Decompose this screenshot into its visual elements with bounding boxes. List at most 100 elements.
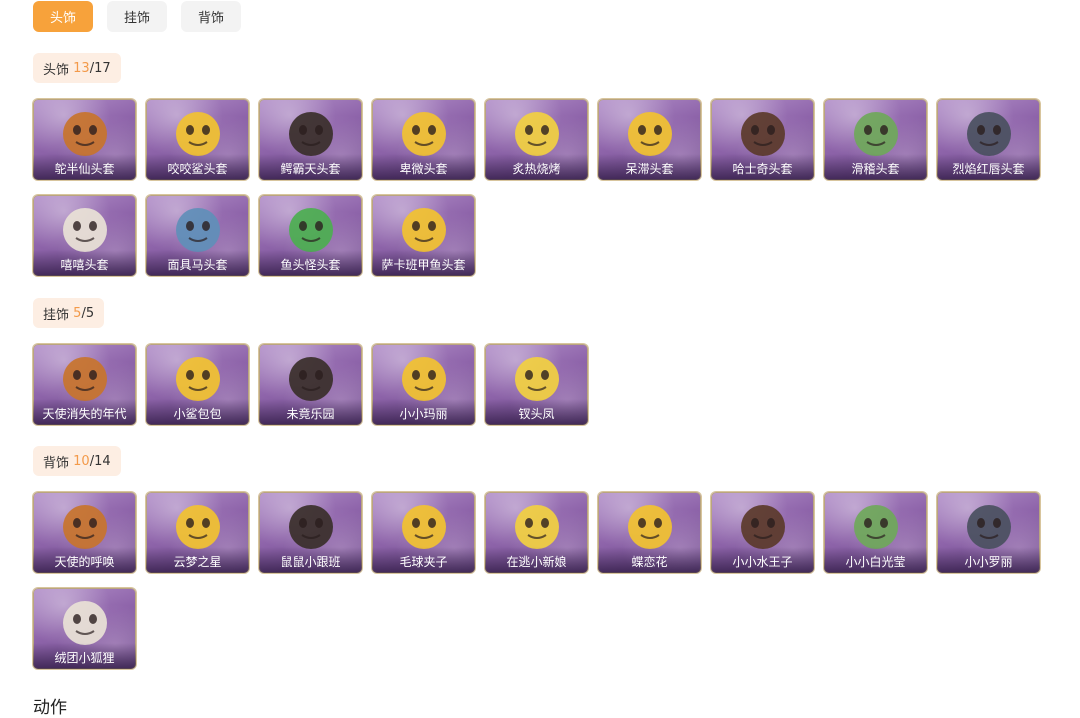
section-back: 背饰 10/14 天使的呼唤 云梦之星 鼠鼠小跟班 毛球夹子 在逃小新娘 蝶恋花 小小水王子… (33, 446, 1040, 669)
item-card[interactable]: 小小白光莹 (824, 492, 927, 573)
item-label: 滑稽头套 (824, 154, 927, 180)
item-label: 炙热烧烤 (485, 154, 588, 180)
item-label: 呆滞头套 (598, 154, 701, 180)
item-thumbnail-icon (967, 112, 1011, 156)
item-thumbnail-icon (63, 505, 107, 549)
item-thumbnail-icon (63, 601, 107, 645)
item-thumbnail-icon (741, 112, 785, 156)
tab-hang[interactable]: 挂饰 (107, 1, 168, 32)
item-label: 哈士奇头套 (711, 154, 814, 180)
item-card[interactable]: 烈焰红唇头套 (937, 99, 1040, 180)
item-card[interactable]: 小鲨包包 (146, 344, 249, 425)
total-count: /14 (89, 453, 111, 469)
item-label: 嘻嘻头套 (33, 250, 136, 276)
item-card[interactable]: 嘻嘻头套 (33, 195, 136, 276)
item-card[interactable]: 绒团小狐狸 (33, 588, 136, 669)
section-hang-header: 挂饰 5/5 (33, 298, 105, 328)
owned-count: 5 (73, 305, 82, 321)
section-head-header: 头饰 13/17 (33, 53, 121, 83)
owned-count: 13 (73, 60, 90, 76)
section-title: 挂饰 (43, 307, 70, 323)
item-thumbnail-icon (854, 505, 898, 549)
item-label: 烈焰红唇头套 (937, 154, 1040, 180)
item-card[interactable]: 钗头凤 (485, 344, 588, 425)
item-label: 卑微头套 (372, 154, 475, 180)
item-label: 萨卡班甲鱼头套 (372, 250, 475, 276)
item-thumbnail-icon (63, 357, 107, 401)
item-card[interactable]: 未竟乐园 (259, 344, 362, 425)
item-label: 咬咬鲨头套 (146, 154, 249, 180)
hang-item-grid: 天使消失的年代 小鲨包包 未竟乐园 小小玛丽 钗头凤 (33, 344, 1040, 425)
tab-head[interactable]: 头饰 (33, 1, 94, 32)
item-label: 小小白光莹 (824, 547, 927, 573)
item-label: 小小罗丽 (937, 547, 1040, 573)
item-label: 小鲨包包 (146, 399, 249, 425)
total-count: /5 (81, 305, 95, 321)
item-label: 鳄霸天头套 (259, 154, 362, 180)
owned-count: 10 (73, 453, 90, 469)
item-thumbnail-icon (289, 112, 333, 156)
item-thumbnail-icon (402, 112, 446, 156)
item-thumbnail-icon (402, 208, 446, 252)
item-card[interactable]: 鼠鼠小跟班 (259, 492, 362, 573)
item-thumbnail-icon (628, 505, 672, 549)
item-thumbnail-icon (176, 208, 220, 252)
item-label: 未竟乐园 (259, 399, 362, 425)
item-label: 毛球夹子 (372, 547, 475, 573)
item-thumbnail-icon (402, 505, 446, 549)
item-card[interactable]: 小小罗丽 (937, 492, 1040, 573)
actions-section-title: 动作 (33, 698, 67, 718)
item-label: 小小水王子 (711, 547, 814, 573)
section-title: 头饰 (43, 62, 70, 78)
item-thumbnail-icon (289, 208, 333, 252)
tab-back[interactable]: 背饰 (181, 1, 242, 32)
item-card[interactable]: 鱼头怪头套 (259, 195, 362, 276)
section-back-header: 背饰 10/14 (33, 446, 121, 476)
item-card[interactable]: 蝶恋花 (598, 492, 701, 573)
item-card[interactable]: 小小水王子 (711, 492, 814, 573)
item-thumbnail-icon (176, 357, 220, 401)
item-card[interactable]: 小小玛丽 (372, 344, 475, 425)
item-card[interactable]: 萨卡班甲鱼头套 (372, 195, 475, 276)
item-label: 鼠鼠小跟班 (259, 547, 362, 573)
item-card[interactable]: 炙热烧烤 (485, 99, 588, 180)
back-item-grid: 天使的呼唤 云梦之星 鼠鼠小跟班 毛球夹子 在逃小新娘 蝶恋花 小小水王子 小小白光莹 小小罗丽… (33, 492, 1040, 669)
item-label: 蝶恋花 (598, 547, 701, 573)
head-item-grid: 鸵半仙头套 咬咬鲨头套 鳄霸天头套 卑微头套 炙热烧烤 呆滞头套 哈士奇头套 滑稽头套 烈焰红唇… (33, 99, 1040, 276)
item-thumbnail-icon (63, 208, 107, 252)
item-card[interactable]: 滑稽头套 (824, 99, 927, 180)
item-label: 云梦之星 (146, 547, 249, 573)
item-card[interactable]: 鸵半仙头套 (33, 99, 136, 180)
item-label: 小小玛丽 (372, 399, 475, 425)
item-label: 在逃小新娘 (485, 547, 588, 573)
item-label: 绒团小狐狸 (33, 643, 136, 669)
item-card[interactable]: 云梦之星 (146, 492, 249, 573)
item-label: 天使消失的年代 (33, 399, 136, 425)
section-hang: 挂饰 5/5 天使消失的年代 小鲨包包 未竟乐园 小小玛丽 钗头凤 (33, 298, 1040, 425)
item-card[interactable]: 天使消失的年代 (33, 344, 136, 425)
item-card[interactable]: 毛球夹子 (372, 492, 475, 573)
item-label: 面具马头套 (146, 250, 249, 276)
item-label: 鸵半仙头套 (33, 154, 136, 180)
item-thumbnail-icon (854, 112, 898, 156)
category-tabs: 头饰 挂饰 背饰 (33, 1, 242, 32)
item-thumbnail-icon (176, 112, 220, 156)
item-card[interactable]: 哈士奇头套 (711, 99, 814, 180)
item-thumbnail-icon (63, 112, 107, 156)
item-card[interactable]: 面具马头套 (146, 195, 249, 276)
item-thumbnail-icon (515, 112, 559, 156)
item-thumbnail-icon (289, 357, 333, 401)
item-thumbnail-icon (176, 505, 220, 549)
item-label: 鱼头怪头套 (259, 250, 362, 276)
section-title: 背饰 (43, 455, 70, 471)
item-thumbnail-icon (515, 505, 559, 549)
item-card[interactable]: 呆滞头套 (598, 99, 701, 180)
item-card[interactable]: 卑微头套 (372, 99, 475, 180)
item-thumbnail-icon (515, 357, 559, 401)
item-card[interactable]: 鳄霸天头套 (259, 99, 362, 180)
item-card[interactable]: 天使的呼唤 (33, 492, 136, 573)
item-thumbnail-icon (741, 505, 785, 549)
item-card[interactable]: 咬咬鲨头套 (146, 99, 249, 180)
item-card[interactable]: 在逃小新娘 (485, 492, 588, 573)
item-label: 天使的呼唤 (33, 547, 136, 573)
